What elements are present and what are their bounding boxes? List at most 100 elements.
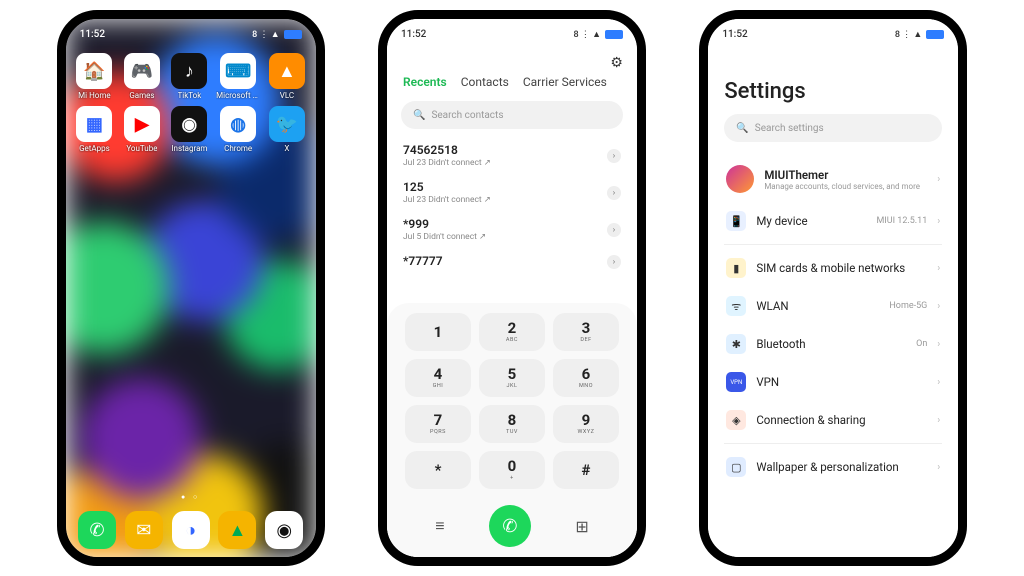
- search-placeholder: Search contacts: [431, 110, 503, 121]
- key-2[interactable]: 2ABC: [479, 313, 545, 351]
- chevron-right-icon[interactable]: ›: [607, 186, 621, 200]
- tab-carrier-services[interactable]: Carrier Services: [523, 75, 607, 89]
- search-icon: 🔍: [736, 123, 748, 134]
- key-5[interactable]: 5JKL: [479, 359, 545, 397]
- key-8[interactable]: 8TUV: [479, 405, 545, 443]
- app-vlc[interactable]: ▲VLC: [266, 53, 308, 100]
- call-number: *77777: [403, 254, 443, 268]
- status-bar: 11:52 8 ⋮ ▲: [387, 23, 637, 45]
- status-time: 11:52: [80, 29, 105, 40]
- key-letters: PQRS: [430, 429, 446, 435]
- account-row[interactable]: MIUIThemer Manage accounts, cloud servic…: [724, 156, 942, 202]
- app-microsoft-swiftkey-[interactable]: ⌨Microsoft SwiftKey ...: [216, 53, 260, 100]
- tab-recents[interactable]: Recents: [403, 75, 447, 89]
- app-tiktok[interactable]: ♪TikTok: [169, 53, 211, 100]
- status-bar: 11:52 8 ⋮ ▲: [66, 23, 316, 45]
- key-7[interactable]: 7PQRS: [405, 405, 471, 443]
- settings-row-wlan[interactable]: ᯤWLANHome-5G›: [724, 287, 942, 325]
- settings-screen: Settings 🔍 Search settings MIUIThemer Ma…: [708, 19, 958, 557]
- app-instagram[interactable]: ◉Instagram: [169, 106, 211, 153]
- app-icon: 🐦: [269, 106, 305, 142]
- dock-messages[interactable]: ✉: [125, 511, 163, 549]
- app-games[interactable]: 🎮Games: [121, 53, 163, 100]
- dock: ✆✉◑▲◉: [66, 511, 316, 549]
- account-sub: Manage accounts, cloud services, and mor…: [764, 182, 927, 191]
- row-icon: ᯤ: [726, 296, 746, 316]
- key-digit: 8: [508, 413, 517, 428]
- call-meta: Jul 5 Didn't connect ↗: [403, 232, 486, 242]
- phone-dialer: 11:52 8 ⋮ ▲ ⚙ Recents Contacts Carrier Ser…: [378, 10, 646, 566]
- row-label: Connection & sharing: [756, 413, 927, 427]
- key-digit: 4: [434, 367, 443, 382]
- key-digit: 7: [434, 413, 443, 428]
- app-label: Instagram: [171, 144, 207, 153]
- key-digit: *: [435, 463, 442, 478]
- search-settings-input[interactable]: 🔍 Search settings: [724, 114, 942, 142]
- dock-camera[interactable]: ◉: [265, 511, 303, 549]
- chevron-right-icon[interactable]: ›: [607, 149, 621, 163]
- dialpad-toggle-icon[interactable]: ⊞: [575, 517, 588, 536]
- key-3[interactable]: 3DEF: [553, 313, 619, 351]
- key-*[interactable]: *: [405, 451, 471, 489]
- search-contacts-input[interactable]: 🔍 Search contacts: [401, 101, 623, 129]
- row-label: Wallpaper & personalization: [756, 460, 927, 474]
- settings-row-sim-cards-mobile-networks[interactable]: ▮SIM cards & mobile networks›: [724, 249, 942, 287]
- avatar: [726, 165, 754, 193]
- call-row[interactable]: *999Jul 5 Didn't connect ↗ ›: [403, 211, 621, 248]
- row-label: WLAN: [756, 299, 879, 313]
- settings-row-my-device[interactable]: 📱My deviceMIUI 12.5.11›: [724, 202, 942, 240]
- call-number: *999: [403, 217, 486, 231]
- key-digit: 1: [434, 325, 443, 340]
- dock-gallery[interactable]: ▲: [218, 511, 256, 549]
- call-button[interactable]: ✆: [489, 505, 531, 547]
- app-label: GetApps: [79, 144, 110, 153]
- row-label: VPN: [756, 375, 927, 389]
- key-9[interactable]: 9WXYZ: [553, 405, 619, 443]
- row-icon: ▮: [726, 258, 746, 278]
- call-row[interactable]: *77777 ›: [403, 248, 621, 275]
- dock-phone[interactable]: ✆: [78, 511, 116, 549]
- key-4[interactable]: 4GHI: [405, 359, 471, 397]
- settings-row-bluetooth[interactable]: ✱BluetoothOn›: [724, 325, 942, 363]
- key-letters: GHI: [433, 383, 444, 389]
- dock-browser[interactable]: ◑: [172, 511, 210, 549]
- chevron-right-icon: ›: [937, 216, 940, 227]
- key-digit: 5: [508, 367, 517, 382]
- row-label: My device: [756, 214, 866, 228]
- key-letters: TUV: [506, 429, 518, 435]
- tab-contacts[interactable]: Contacts: [461, 75, 509, 89]
- key-6[interactable]: 6MNO: [553, 359, 619, 397]
- dialer-tabs: Recents Contacts Carrier Services: [387, 49, 637, 99]
- chevron-right-icon[interactable]: ›: [607, 255, 621, 269]
- menu-icon[interactable]: ≡: [435, 516, 444, 536]
- row-value: MIUI 12.5.11: [876, 216, 927, 226]
- key-letters: ABC: [506, 337, 518, 343]
- app-icon: 🏠: [76, 53, 112, 89]
- settings-row-vpn[interactable]: VPNVPN›: [724, 363, 942, 401]
- app-label: VLC: [280, 91, 294, 100]
- app-youtube[interactable]: ▶YouTube: [121, 106, 163, 153]
- app-grid: 🏠Mi Home🎮Games♪TikTok⌨Microsoft SwiftKey…: [66, 53, 316, 153]
- app-x[interactable]: 🐦X: [266, 106, 308, 153]
- call-row[interactable]: 125Jul 23 Didn't connect ↗›: [403, 174, 621, 211]
- status-bar: 11:52 8 ⋮ ▲: [708, 23, 958, 45]
- app-icon: ⌨: [220, 53, 256, 89]
- app-chrome[interactable]: ◍Chrome: [216, 106, 260, 153]
- settings-row-connection-sharing[interactable]: ◈Connection & sharing›: [724, 401, 942, 439]
- recent-calls-list: 74562518Jul 23 Didn't connect ↗›125Jul 2…: [387, 137, 637, 275]
- key-0[interactable]: 0+: [479, 451, 545, 489]
- key-digit: #: [582, 463, 591, 478]
- settings-row-wallpaper-personalization[interactable]: ▢Wallpaper & personalization›: [724, 448, 942, 486]
- key-#[interactable]: #: [553, 451, 619, 489]
- call-row[interactable]: 74562518Jul 23 Didn't connect ↗›: [403, 137, 621, 174]
- search-placeholder: Search settings: [755, 123, 824, 134]
- app-mi-home[interactable]: 🏠Mi Home: [74, 53, 116, 100]
- chevron-right-icon[interactable]: ›: [607, 223, 621, 237]
- app-getapps[interactable]: ▦GetApps: [74, 106, 116, 153]
- app-icon: ▶: [124, 106, 160, 142]
- key-1[interactable]: 1: [405, 313, 471, 351]
- chevron-right-icon: ›: [937, 415, 940, 426]
- divider: [724, 244, 942, 245]
- settings-icon[interactable]: ⚙: [610, 55, 623, 71]
- status-signal-icon: 8 ⋮ ▲: [252, 29, 280, 40]
